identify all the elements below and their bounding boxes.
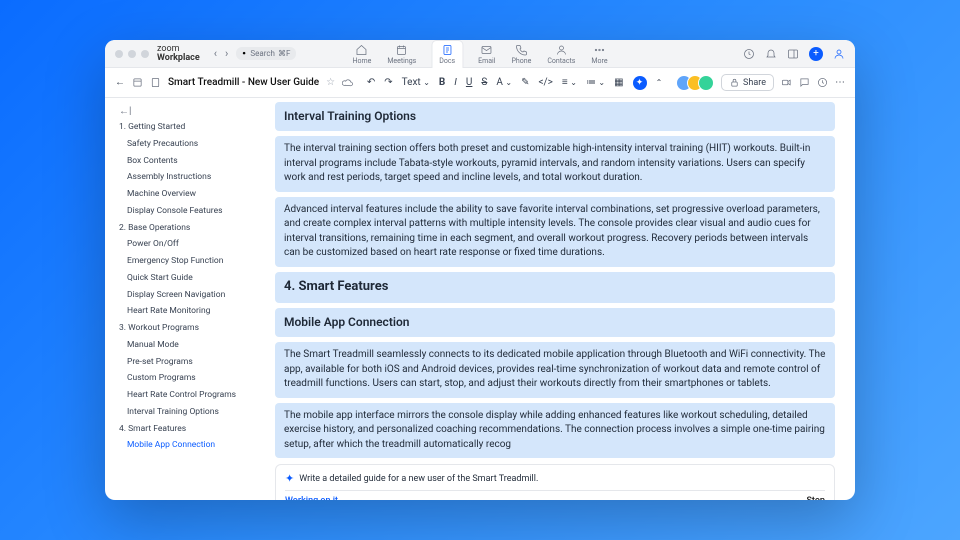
para: The Smart Treadmill seamlessly connects …	[275, 342, 835, 398]
new-button[interactable]: +	[809, 47, 823, 61]
outline-item[interactable]: 4. Smart Features	[115, 421, 265, 438]
outline-item[interactable]: Pre-set Programs	[115, 354, 265, 371]
italic-button[interactable]: I	[454, 77, 457, 88]
ai-status: Working on it...	[285, 496, 346, 500]
nav-back[interactable]: ‹	[214, 47, 217, 60]
outline-item[interactable]: 1. Getting Started	[115, 119, 265, 136]
more-menu[interactable]: ⋯	[835, 77, 845, 88]
global-search[interactable]: Search ⌘F	[236, 47, 296, 60]
lock-icon	[729, 77, 740, 88]
back-button[interactable]: ←	[115, 77, 125, 88]
stop-button[interactable]: Stop	[806, 496, 825, 500]
outline-item[interactable]: Heart Rate Monitoring	[115, 303, 265, 320]
highlight-button[interactable]: ✎	[521, 77, 529, 88]
outline-item[interactable]: Power On/Off	[115, 236, 265, 253]
outline-item[interactable]: Safety Precautions	[115, 136, 265, 153]
panel-icon[interactable]	[787, 48, 799, 60]
tab-more[interactable]: More	[590, 42, 608, 67]
bell-icon[interactable]	[765, 48, 777, 60]
document-content[interactable]: Interval Training Options The interval t…	[265, 98, 855, 500]
video-icon[interactable]	[781, 77, 792, 88]
cloud-icon	[342, 77, 353, 88]
share-button[interactable]: Share	[721, 74, 774, 91]
avatar-icon[interactable]	[833, 48, 845, 60]
para: The mobile app interface mirrors the con…	[275, 403, 835, 459]
tab-phone[interactable]: Phone	[510, 42, 532, 67]
tab-home[interactable]: Home	[351, 42, 372, 67]
code-button[interactable]: </>	[538, 77, 552, 88]
heading-interval: Interval Training Options	[275, 102, 835, 131]
outline-item[interactable]: Mobile App Connection	[115, 437, 265, 454]
outline-item[interactable]: Custom Programs	[115, 370, 265, 387]
doc-menu-icon[interactable]	[132, 77, 143, 88]
presence-avatars[interactable]	[676, 75, 714, 91]
heading-smart: 4. Smart Features	[275, 272, 835, 303]
outline-item[interactable]: Heart Rate Control Programs	[115, 387, 265, 404]
font-color[interactable]: A ⌄	[496, 77, 512, 88]
outline-item[interactable]: Assembly Instructions	[115, 169, 265, 186]
tab-docs[interactable]: Docs	[431, 40, 463, 68]
outline-item[interactable]: Machine Overview	[115, 186, 265, 203]
app-window: zoom Workplace ‹ › Search ⌘F Home Meetin…	[105, 40, 855, 500]
outline-item[interactable]: Display Screen Navigation	[115, 287, 265, 304]
star-icon[interactable]: ☆	[326, 77, 335, 88]
clock2-icon[interactable]	[817, 77, 828, 88]
center-tabs: Home Meetings Docs Email Phone Contacts …	[351, 40, 608, 67]
outline-item[interactable]: Manual Mode	[115, 337, 265, 354]
list-button[interactable]: ≔ ⌄	[586, 77, 605, 88]
outline-item[interactable]: Box Contents	[115, 153, 265, 170]
outline-item[interactable]: Interval Training Options	[115, 404, 265, 421]
search-icon	[242, 51, 247, 56]
ai-prompt-text: Write a detailed guide for a new user of…	[299, 474, 538, 484]
tab-meetings[interactable]: Meetings	[386, 42, 417, 67]
expand-button[interactable]: ⌃	[656, 78, 663, 87]
comment-icon[interactable]	[799, 77, 810, 88]
outline-item[interactable]: 2. Base Operations	[115, 220, 265, 237]
align-button[interactable]: ≡ ⌄	[562, 77, 577, 88]
sparkle-icon: ✦	[285, 472, 294, 485]
para: Advanced interval features include the a…	[275, 197, 835, 267]
bold-button[interactable]: B	[439, 77, 445, 88]
ai-button[interactable]: ✦	[633, 76, 647, 90]
nav-forward[interactable]: ›	[225, 47, 228, 60]
underline-button[interactable]: U	[466, 77, 472, 88]
brand: zoom Workplace	[157, 45, 200, 63]
outline-item[interactable]: 3. Workout Programs	[115, 320, 265, 337]
outline-item[interactable]: Emergency Stop Function	[115, 253, 265, 270]
doc-icon	[150, 77, 161, 88]
outline-sidebar: ←| 1. Getting StartedSafety PrecautionsB…	[105, 98, 265, 500]
titlebar: zoom Workplace ‹ › Search ⌘F Home Meetin…	[105, 40, 855, 68]
undo-button[interactable]: ↶	[367, 77, 375, 88]
tab-contacts[interactable]: Contacts	[546, 42, 576, 67]
clock-icon[interactable]	[743, 48, 755, 60]
heading-mobile: Mobile App Connection	[275, 308, 835, 337]
close-dot[interactable]	[115, 50, 123, 58]
doc-title[interactable]: Smart Treadmill - New User Guide	[168, 77, 319, 88]
outline-item[interactable]: Display Console Features	[115, 203, 265, 220]
text-style[interactable]: Text ⌄	[402, 77, 430, 88]
max-dot[interactable]	[141, 50, 149, 58]
ai-prompt-box: ✦ Write a detailed guide for a new user …	[275, 464, 835, 500]
redo-button[interactable]: ↷	[384, 77, 392, 88]
strike-button[interactable]: S	[481, 77, 487, 88]
collapse-outline[interactable]: ←|	[115, 104, 265, 119]
doc-toolbar: ← Smart Treadmill - New User Guide ☆ ↶ ↷…	[105, 68, 855, 98]
insert-button[interactable]: ▦	[614, 77, 623, 88]
min-dot[interactable]	[128, 50, 136, 58]
outline-item[interactable]: Quick Start Guide	[115, 270, 265, 287]
para: The interval training section offers bot…	[275, 136, 835, 192]
window-controls[interactable]	[115, 50, 149, 58]
tab-email[interactable]: Email	[477, 42, 496, 67]
